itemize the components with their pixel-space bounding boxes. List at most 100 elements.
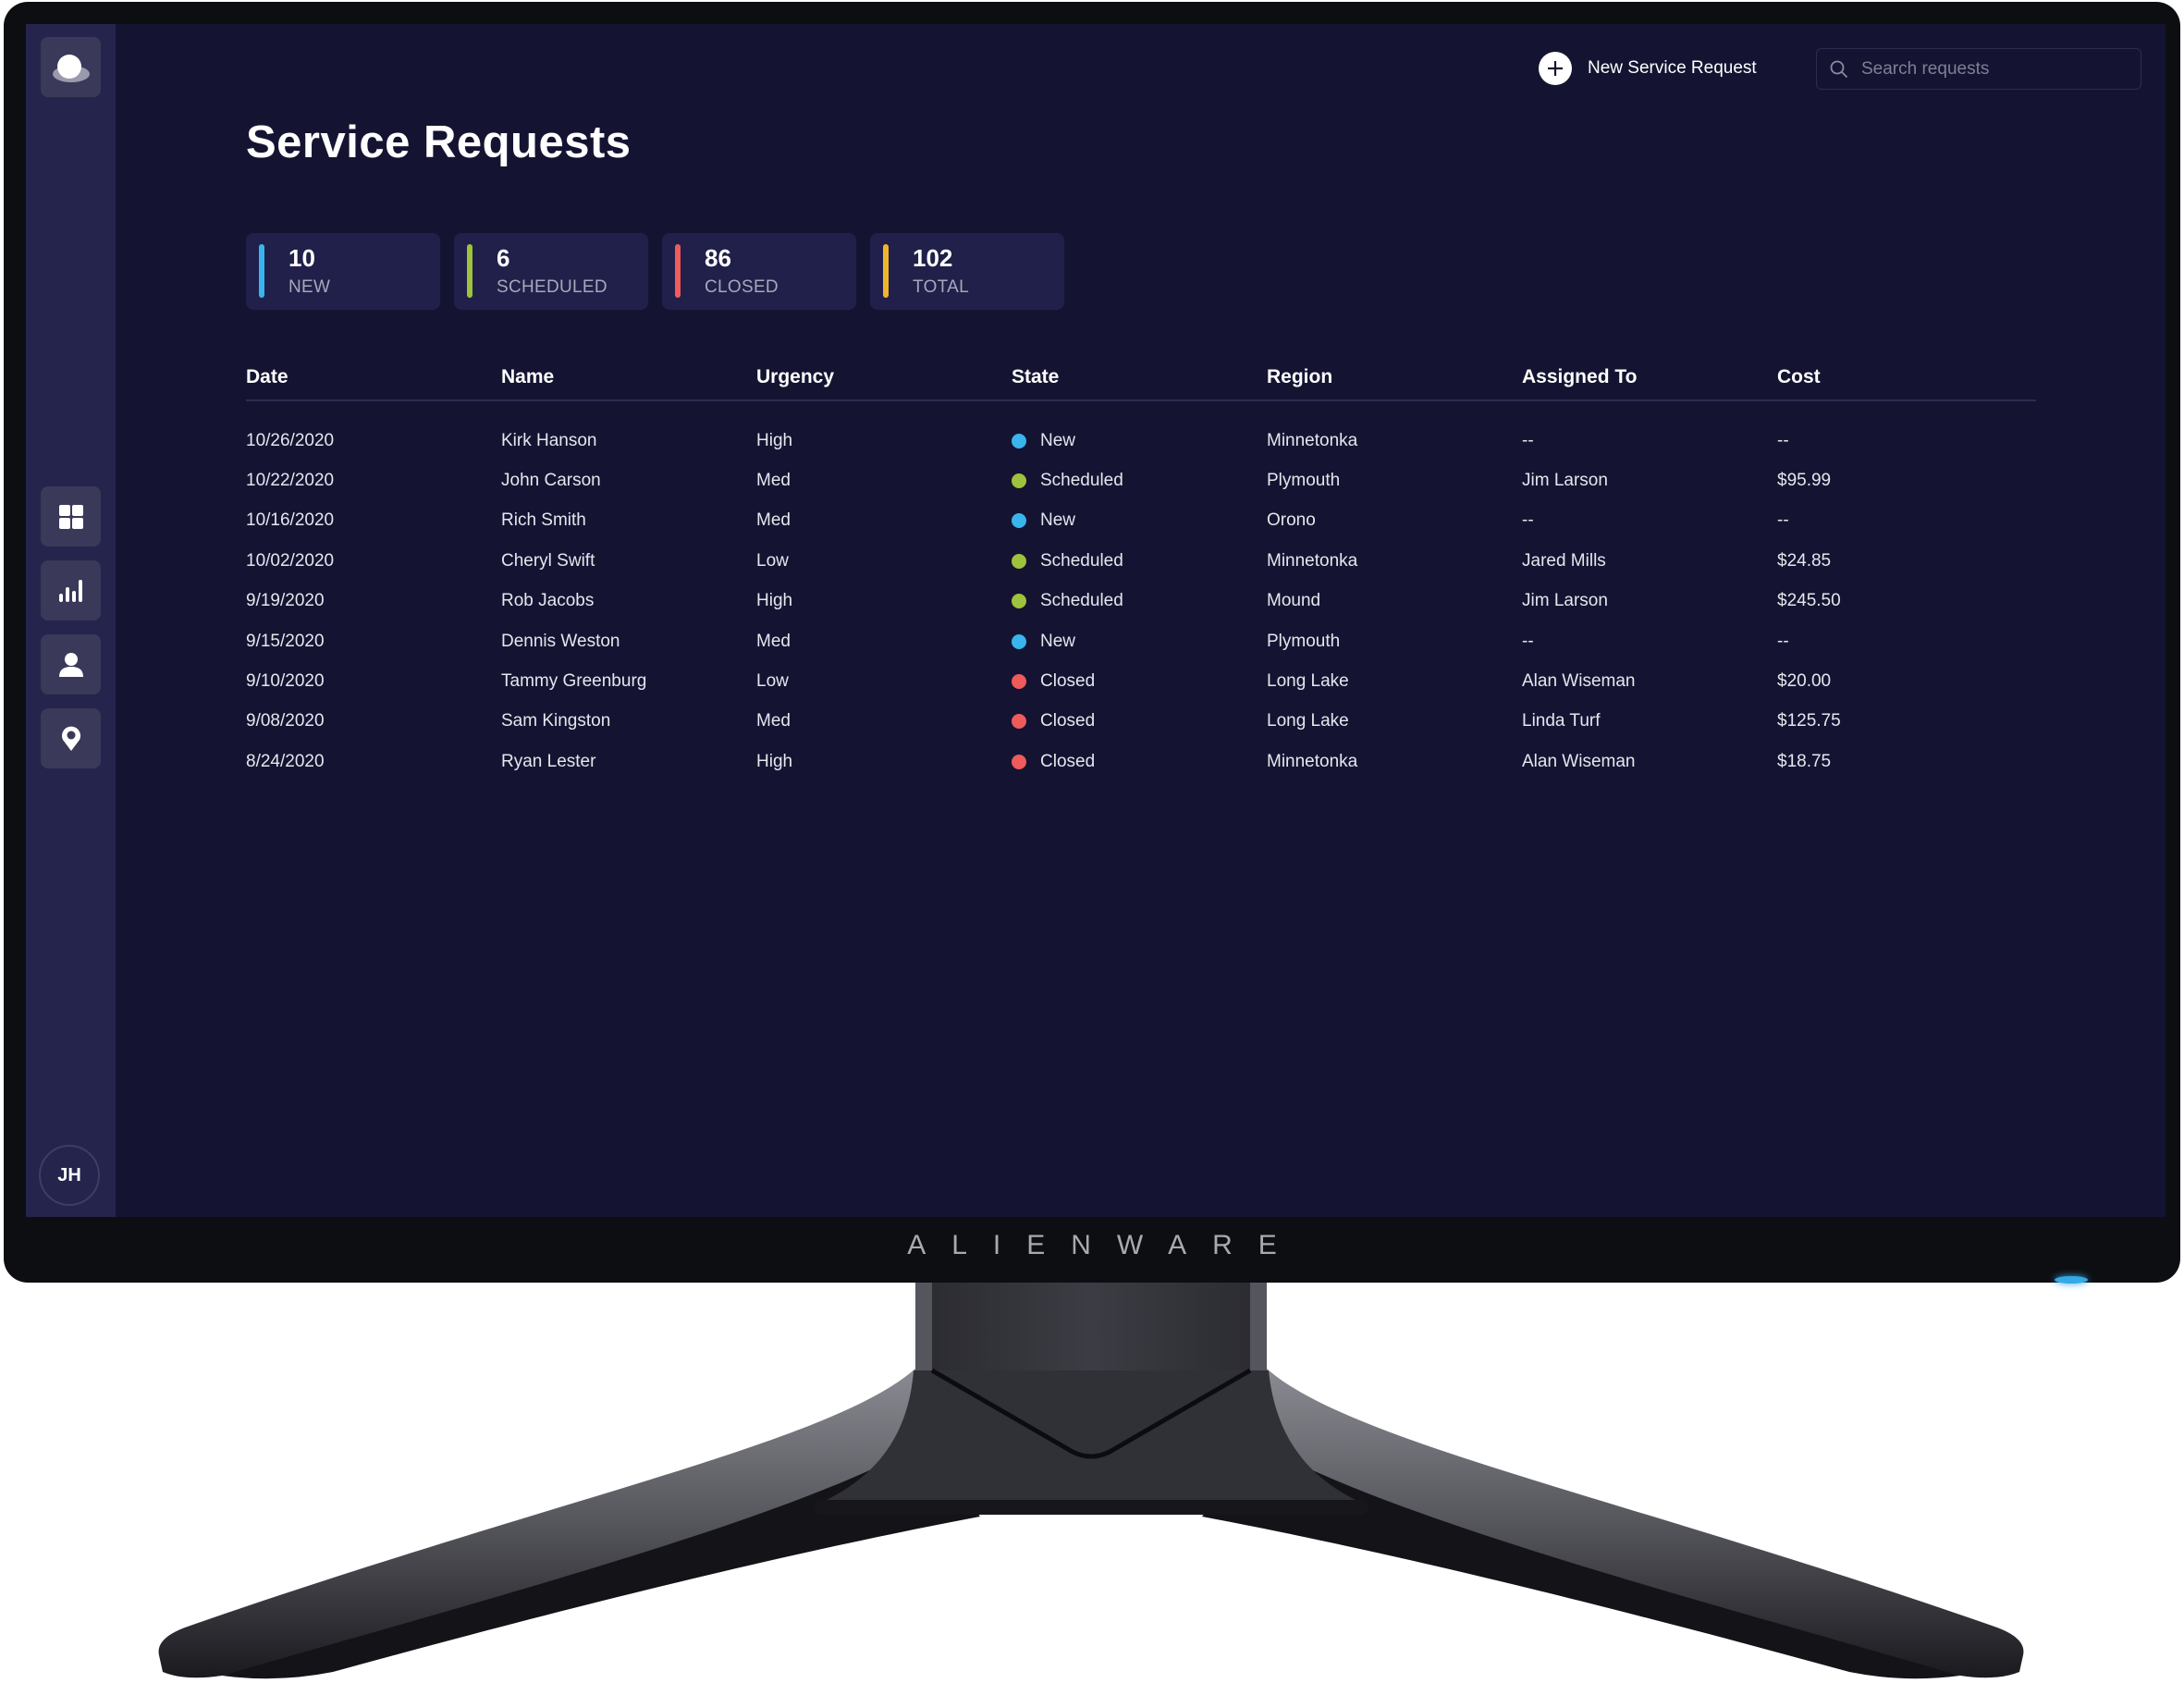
stat-card-total[interactable]: 102 TOTAL (870, 233, 1064, 310)
stat-label: NEW (288, 277, 331, 297)
stat-label: CLOSED (705, 277, 779, 297)
app-screen: JH New Service Request Service Requests … (26, 24, 2166, 1217)
search-input[interactable] (1859, 57, 2131, 80)
column-header-name[interactable]: Name (501, 366, 756, 399)
page-title: Service Requests (246, 117, 632, 167)
cell-region: Long Lake (1267, 671, 1349, 692)
power-led-icon (2055, 1276, 2088, 1284)
column-header-state[interactable]: State (1012, 366, 1267, 399)
stat-label: TOTAL (913, 277, 969, 297)
cell-assigned: Alan Wiseman (1522, 751, 1636, 771)
cell-name: Rich Smith (501, 510, 586, 531)
cell-cost: $24.85 (1777, 550, 1832, 571)
state-label: Scheduled (1040, 471, 1123, 491)
cell-region: Mound (1267, 591, 1321, 611)
location-pin-icon (61, 726, 80, 751)
table-row[interactable]: 10/22/2020 John Carson Med Scheduled Plymout… (246, 461, 2036, 500)
stat-card-scheduled[interactable]: 6 SCHEDULED (454, 233, 648, 310)
cell-state: New (1012, 431, 1267, 451)
cell-region: Plymouth (1267, 631, 1341, 651)
cell-urgency: Med (756, 631, 791, 651)
table-row[interactable]: 10/16/2020 Rich Smith Med New Orono -- -- (246, 501, 2036, 541)
column-header-assigned-to[interactable]: Assigned To (1522, 366, 1777, 399)
service-requests-table: Date Name Urgency State Region Assigned To Cos… (246, 366, 2036, 782)
sidebar-item-reports[interactable] (41, 560, 101, 620)
cell-cost: -- (1777, 430, 1789, 450)
state-label: New (1040, 631, 1076, 651)
app-logo-button[interactable] (41, 37, 101, 97)
search-box[interactable] (1816, 48, 2141, 90)
cell-region: Plymouth (1267, 471, 1341, 491)
cell-date: 9/15/2020 (246, 631, 325, 651)
cell-urgency: High (756, 430, 793, 450)
cell-cost: $20.00 (1777, 671, 1832, 692)
cell-state: New (1012, 510, 1267, 531)
table-row[interactable]: 8/24/2020 Ryan Lester High Closed Minnetonka… (246, 742, 2036, 781)
cell-cost: -- (1777, 510, 1789, 531)
cell-name: Rob Jacobs (501, 591, 595, 611)
cell-region: Orono (1267, 510, 1316, 531)
cell-assigned: -- (1522, 430, 1534, 450)
stat-value: 102 (913, 244, 953, 272)
column-header-region[interactable]: Region (1267, 366, 1522, 399)
sidebar-item-locations[interactable] (41, 708, 101, 768)
state-label: Scheduled (1040, 591, 1123, 611)
cell-date: 10/02/2020 (246, 550, 335, 571)
state-label: Scheduled (1040, 550, 1123, 571)
stat-card-closed[interactable]: 86 CLOSED (662, 233, 856, 310)
state-dot-icon (1012, 754, 1026, 769)
cell-urgency: Med (756, 510, 791, 531)
cell-state: Scheduled (1012, 471, 1267, 491)
cell-region: Minnetonka (1267, 751, 1358, 771)
stat-value: 10 (288, 244, 315, 272)
state-label: Closed (1040, 671, 1096, 692)
cell-state: Closed (1012, 711, 1267, 731)
cell-urgency: High (756, 751, 793, 771)
sidebar-item-dashboard[interactable] (41, 486, 101, 547)
state-dot-icon (1012, 594, 1026, 609)
state-label: Closed (1040, 751, 1096, 771)
search-icon (1830, 60, 1848, 78)
dashboard-grid-icon (58, 504, 83, 529)
column-header-date[interactable]: Date (246, 366, 501, 399)
column-header-cost[interactable]: Cost (1777, 366, 2032, 399)
cell-cost: $95.99 (1777, 471, 1832, 491)
cell-name: Sam Kingston (501, 711, 611, 731)
table-body: 10/26/2020 Kirk Hanson High New Minnetonka --… (246, 401, 2036, 782)
table-header: Date Name Urgency State Region Assigned To Cos… (246, 366, 2036, 401)
stat-value: 86 (705, 244, 731, 272)
table-row[interactable]: 10/26/2020 Kirk Hanson High New Minnetonka --… (246, 421, 2036, 461)
cell-region: Minnetonka (1267, 550, 1358, 571)
stat-color-bar (259, 244, 264, 298)
column-header-urgency[interactable]: Urgency (756, 366, 1012, 399)
cell-date: 10/26/2020 (246, 430, 335, 450)
table-row[interactable]: 9/19/2020 Rob Jacobs High Scheduled Mound Jim… (246, 582, 2036, 621)
state-dot-icon (1012, 633, 1026, 649)
state-dot-icon (1012, 553, 1026, 569)
cell-assigned: Jim Larson (1522, 471, 1608, 491)
table-row[interactable]: 9/10/2020 Tammy Greenburg Low Closed Long La… (246, 661, 2036, 701)
sidebar: JH (26, 24, 116, 1217)
cell-date: 9/08/2020 (246, 711, 325, 731)
cell-name: Cheryl Swift (501, 550, 595, 571)
cell-assigned: Alan Wiseman (1522, 671, 1636, 692)
cell-assigned: -- (1522, 510, 1534, 531)
stat-color-bar (467, 244, 472, 298)
plus-circle-icon (1539, 52, 1572, 85)
cell-assigned: -- (1522, 631, 1534, 651)
sidebar-item-users[interactable] (41, 634, 101, 694)
user-avatar[interactable]: JH (39, 1145, 100, 1206)
user-icon (58, 652, 83, 677)
new-service-request-label: New Service Request (1588, 58, 1757, 78)
cell-date: 8/24/2020 (246, 751, 325, 771)
table-row[interactable]: 9/08/2020 Sam Kingston Med Closed Long Lake L… (246, 702, 2036, 742)
state-dot-icon (1012, 473, 1026, 489)
cell-cost: $125.75 (1777, 711, 1841, 731)
state-label: New (1040, 430, 1076, 450)
table-row[interactable]: 10/02/2020 Cheryl Swift Low Scheduled Minnet… (246, 541, 2036, 581)
state-dot-icon (1012, 433, 1026, 448)
cell-name: John Carson (501, 471, 601, 491)
table-row[interactable]: 9/15/2020 Dennis Weston Med New Plymouth -- -- (246, 621, 2036, 661)
new-service-request-button[interactable]: New Service Request (1539, 52, 1757, 85)
stat-card-new[interactable]: 10 NEW (246, 233, 440, 310)
